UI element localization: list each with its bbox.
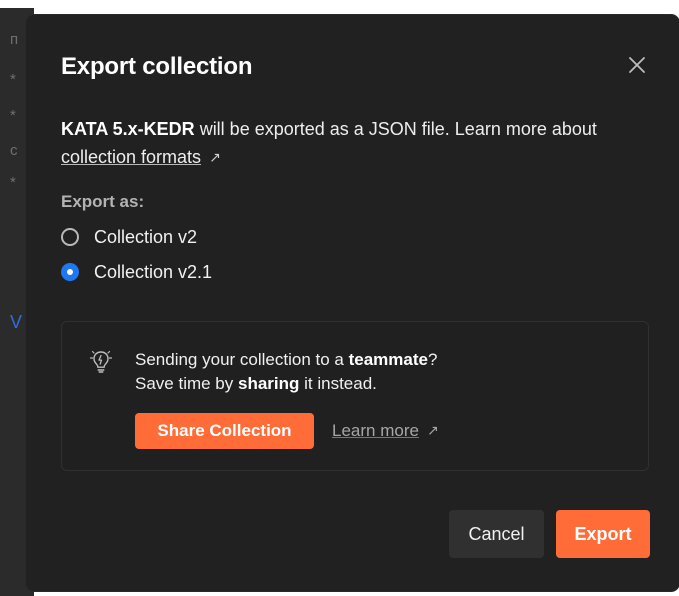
collection-v2-radio-option[interactable]: Collection v2 bbox=[61, 225, 197, 249]
share-line1-prefix: Sending your collection to a bbox=[135, 350, 349, 369]
collection-v21-radio-option[interactable]: Collection v2.1 bbox=[61, 260, 212, 284]
external-link-icon: ↗ bbox=[426, 422, 439, 438]
collection-v2-radio[interactable] bbox=[61, 228, 79, 246]
share-collection-button[interactable]: Share Collection bbox=[135, 413, 314, 449]
export-button[interactable]: Export bbox=[556, 510, 650, 558]
background-glyph: V bbox=[10, 312, 23, 332]
share-suggestion-text: Sending your collection to a teammate? S… bbox=[135, 348, 437, 396]
collection-v2-label: Collection v2 bbox=[94, 226, 198, 247]
share-line2-emphasis: sharing bbox=[238, 374, 300, 393]
collection-v21-radio-selected[interactable] bbox=[61, 263, 79, 281]
collection-v21-label: Collection v2.1 bbox=[94, 261, 213, 282]
share-line2-suffix: it instead. bbox=[299, 374, 377, 393]
background-glyph: * bbox=[10, 71, 16, 88]
share-line1-suffix: ? bbox=[427, 350, 438, 369]
background-glyph: * bbox=[10, 107, 16, 124]
export-description-text: will be exported as a JSON file. Learn m… bbox=[194, 119, 597, 139]
close-button[interactable] bbox=[625, 53, 649, 77]
dialog-title: Export collection bbox=[61, 53, 253, 80]
export-as-label: Export as: bbox=[61, 192, 145, 211]
share-line2-prefix: Save time by bbox=[135, 374, 238, 393]
background-glyph: * bbox=[10, 174, 16, 191]
background-glyph: c bbox=[10, 142, 18, 159]
selected-radio-dot bbox=[67, 269, 73, 275]
external-link-icon: ↗ bbox=[209, 149, 221, 165]
export-collection-dialog: Export collection KATA 5.x-KEDR will be … bbox=[26, 15, 679, 591]
export-description: KATA 5.x-KEDR will be exported as a JSON… bbox=[61, 115, 641, 172]
share-line1-emphasis: teammate bbox=[348, 350, 428, 369]
cancel-button[interactable]: Cancel bbox=[449, 510, 544, 558]
collection-name: KATA 5.x-KEDR bbox=[61, 119, 195, 139]
learn-more-label: Learn more bbox=[332, 421, 419, 440]
share-collection-suggestion: Sending your collection to a teammate? S… bbox=[61, 321, 649, 471]
learn-more-link[interactable]: Learn more ↗ bbox=[332, 421, 439, 441]
background-glyph: п bbox=[10, 31, 19, 48]
lightbulb-icon bbox=[89, 350, 113, 373]
collection-formats-link[interactable]: collection formats bbox=[61, 147, 201, 167]
close-icon bbox=[629, 57, 645, 73]
